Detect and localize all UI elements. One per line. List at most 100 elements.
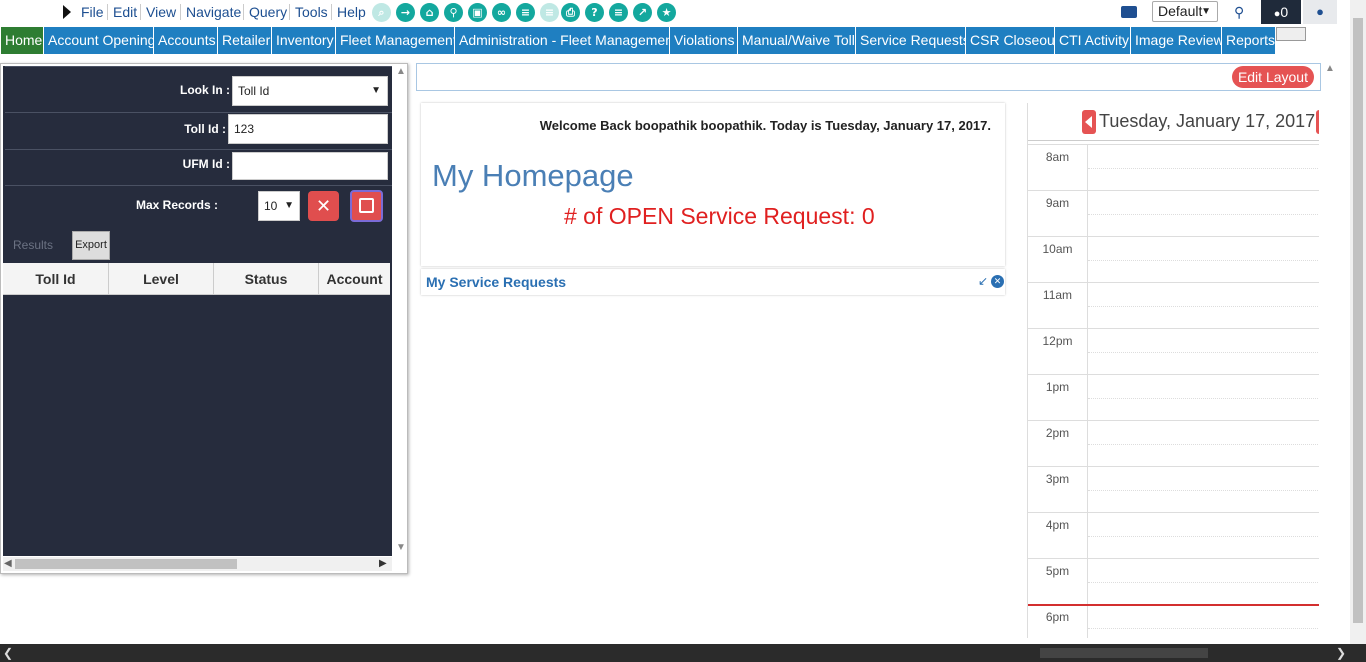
layout-toolbar: Edit Layout <box>416 63 1321 91</box>
expand-arrow-icon[interactable] <box>63 5 71 19</box>
key-icon[interactable]: ⚲ <box>444 3 463 22</box>
edit-layout-button[interactable]: Edit Layout <box>1231 66 1314 88</box>
toll-id-input[interactable] <box>228 114 388 144</box>
collapse-icon[interactable]: ↙ <box>978 274 988 288</box>
tab-fleet-management[interactable]: Fleet Management <box>336 27 457 54</box>
menu-edit[interactable]: Edit <box>113 4 137 20</box>
tab-csr-closeout[interactable]: CSR Closeout <box>966 27 1059 54</box>
results-horizontal-scrollbar[interactable]: ◀ ▶ <box>3 557 392 571</box>
look-in-value: Toll Id <box>238 84 270 98</box>
tab-accounts[interactable]: Accounts <box>154 27 217 54</box>
document-icon[interactable]: ≡ <box>540 3 559 22</box>
hour-row[interactable]: 11am <box>1028 282 1319 329</box>
user-menu-button[interactable]: ● <box>1303 0 1337 24</box>
messages-badge[interactable]: ●0 <box>1261 0 1301 24</box>
search-button[interactable] <box>350 190 383 222</box>
close-icon[interactable]: ✕ <box>991 275 1004 288</box>
tab-service-requests[interactable]: Service Requests <box>856 27 970 54</box>
menu-query[interactable]: Query <box>249 4 287 20</box>
hour-label: 11am <box>1028 283 1088 329</box>
previous-day-button[interactable] <box>1082 110 1096 134</box>
page-horizontal-scrollbar[interactable]: ❮ ❯ <box>0 644 1366 662</box>
results-grid-header: Toll Id Level Status Account <box>3 263 390 295</box>
page-vertical-scrollbar[interactable] <box>1350 0 1366 645</box>
scroll-right-icon[interactable]: ▶ <box>379 558 387 569</box>
help-icon[interactable]: ? <box>585 3 604 22</box>
clipboard-icon[interactable]: ▣ <box>468 3 487 22</box>
scroll-left-icon[interactable]: ◀ <box>4 558 12 569</box>
tab-reports[interactable]: Reports <box>1222 27 1275 54</box>
search-icon[interactable]: ⚲ <box>1234 4 1244 21</box>
hour-row[interactable]: 6pm <box>1028 604 1319 638</box>
print-icon[interactable]: ⎙ <box>561 3 580 22</box>
close-icon: ✕ <box>315 196 332 216</box>
scroll-thumb[interactable] <box>1353 18 1363 623</box>
hour-row[interactable]: 4pm <box>1028 512 1319 559</box>
scroll-thumb[interactable] <box>1040 648 1208 658</box>
content-vertical-scrollbar[interactable]: ▲ <box>1323 63 1337 643</box>
tab-account-opening[interactable]: Account Opening <box>44 27 155 54</box>
nav-overflow-button[interactable] <box>1276 27 1306 41</box>
chat-icon[interactable] <box>1121 6 1137 18</box>
day-calendar: Tuesday, January 17, 2017 8am 9am 10am 1… <box>1027 103 1319 638</box>
max-records-select[interactable]: 10 ▼ <box>258 191 300 221</box>
notes-icon[interactable]: ≡ <box>609 3 628 22</box>
menu-help[interactable]: Help <box>337 4 366 20</box>
menu-file[interactable]: File <box>81 4 104 20</box>
search-icon[interactable]: ⌕ <box>372 3 391 22</box>
menu-navigate[interactable]: Navigate <box>186 4 241 20</box>
ufm-id-input[interactable] <box>232 152 388 180</box>
export-button[interactable]: Export <box>72 231 110 260</box>
hour-row[interactable]: 8am <box>1028 144 1319 191</box>
home-icon[interactable]: ⌂ <box>420 3 439 22</box>
tab-home[interactable]: Home <box>1 27 43 54</box>
go-icon[interactable]: → <box>396 3 415 22</box>
page-title: My Homepage <box>432 158 634 193</box>
hour-row[interactable]: 10am <box>1028 236 1319 283</box>
link-icon[interactable]: ∞ <box>492 3 511 22</box>
profile-select[interactable]: Default ▼ <box>1152 1 1218 22</box>
hour-label: 6pm <box>1028 605 1088 638</box>
hour-row[interactable]: 9am <box>1028 190 1319 237</box>
tab-violations[interactable]: Violations <box>670 27 737 54</box>
hour-row[interactable]: 5pm <box>1028 558 1319 605</box>
chart-icon[interactable]: ↗ <box>633 3 652 22</box>
menu-view[interactable]: View <box>146 4 176 20</box>
scroll-up-icon[interactable]: ▲ <box>1325 63 1335 74</box>
menu-tools[interactable]: Tools <box>295 4 328 20</box>
open-service-request-count: # of OPEN Service Request: 0 <box>564 203 875 229</box>
scroll-down-icon[interactable]: ▼ <box>396 542 406 553</box>
column-header-toll-id[interactable]: Toll Id <box>3 263 109 295</box>
column-header-level[interactable]: Level <box>109 263 214 295</box>
scroll-left-icon[interactable]: ❮ <box>3 646 13 660</box>
hour-row[interactable]: 3pm <box>1028 466 1319 513</box>
next-day-button[interactable] <box>1316 110 1319 134</box>
tab-manual-waive-toll[interactable]: Manual/Waive Toll <box>738 27 855 54</box>
hour-row[interactable]: 1pm <box>1028 374 1319 421</box>
scroll-up-icon[interactable]: ▲ <box>396 66 406 77</box>
tab-retailer[interactable]: Retailer <box>218 27 271 54</box>
scroll-right-icon[interactable]: ❯ <box>1336 646 1346 660</box>
half-hour-line <box>1088 168 1319 169</box>
tab-results[interactable]: Results <box>13 238 53 252</box>
column-header-account[interactable]: Account <box>319 263 390 295</box>
clear-button[interactable]: ✕ <box>308 191 339 221</box>
tab-inventory[interactable]: Inventory <box>272 27 335 54</box>
hour-row[interactable]: 2pm <box>1028 420 1319 467</box>
caret-down-icon: ▼ <box>371 85 381 96</box>
divider <box>5 66 392 67</box>
half-hour-line <box>1088 628 1319 629</box>
menu-separator <box>289 4 290 20</box>
list-icon[interactable]: ≡ <box>516 3 535 22</box>
results-vertical-scrollbar[interactable]: ▲ ▼ <box>394 66 406 556</box>
tab-cti-activity[interactable]: CTI Activity <box>1055 27 1130 54</box>
scroll-thumb[interactable] <box>15 559 237 569</box>
tab-image-review[interactable]: Image Review <box>1131 27 1224 54</box>
look-in-select[interactable]: Toll Id ▼ <box>232 76 388 106</box>
service-requests-title[interactable]: My Service Requests <box>426 274 566 290</box>
hour-row[interactable]: 12pm <box>1028 328 1319 375</box>
star-icon[interactable]: ★ <box>657 3 676 22</box>
divider <box>5 185 392 186</box>
tab-administration-fleet-management[interactable]: Administration - Fleet Management <box>455 27 677 54</box>
column-header-status[interactable]: Status <box>214 263 319 295</box>
